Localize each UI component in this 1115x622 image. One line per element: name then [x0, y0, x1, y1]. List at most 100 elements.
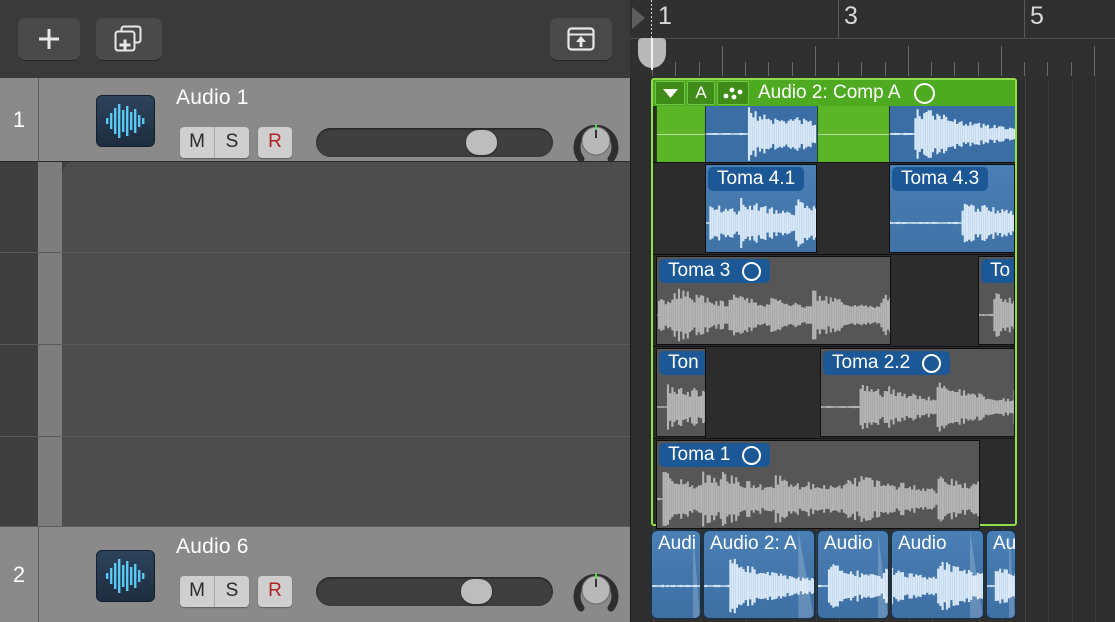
take-lane-take-1[interactable]: Toma 1	[653, 438, 1015, 530]
take-clip-name[interactable]: Toma 3	[659, 259, 770, 283]
audio-region[interactable]: Audi	[651, 530, 701, 619]
volume-slider[interactable]	[316, 577, 553, 606]
ruler-tick	[978, 62, 979, 76]
take-clip[interactable]: Toma 4.3	[889, 164, 1015, 253]
take-lane-take-3[interactable]: Toma 3 To	[653, 254, 1015, 346]
take-lane-take-2[interactable]: Ton Toma 2.2	[653, 346, 1015, 438]
take-clip[interactable]: Toma 1	[656, 440, 980, 529]
plus-icon	[36, 26, 62, 52]
bar-marker-line	[838, 0, 839, 38]
loop-circle-icon[interactable]	[742, 262, 761, 281]
volume-slider[interactable]	[316, 128, 553, 157]
track-header-1[interactable]: 1 Audio 1	[0, 78, 630, 162]
disclosure-triangle-down-icon[interactable]	[655, 81, 685, 105]
region-name-label[interactable]: Audio	[898, 533, 947, 555]
ruler-tick	[1024, 62, 1025, 76]
arrange-area[interactable]: A Audio 2: Comp A	[630, 78, 1115, 622]
take-clip-waveform	[979, 287, 1014, 343]
comp-segment-blue[interactable]	[889, 106, 1015, 162]
bar-marker-line	[1024, 0, 1025, 38]
ruler-tick	[699, 62, 700, 76]
take-clip[interactable]: Toma 2.2	[820, 348, 1015, 437]
solo-button[interactable]: S	[214, 127, 249, 158]
comp-segment-green[interactable]	[656, 106, 705, 162]
track-name-label[interactable]: Audio 6	[176, 535, 249, 559]
track-2-region-lane[interactable]: Audi Audio 2: A Audio Audio Au	[631, 527, 1115, 622]
add-track-button[interactable]	[18, 18, 80, 60]
audio-region[interactable]: Audio	[817, 530, 889, 619]
ruler-tick	[1094, 46, 1095, 76]
comp-segment-green[interactable]	[817, 106, 889, 162]
take-clip[interactable]: Toma 3	[656, 256, 891, 345]
mute-button[interactable]: M	[180, 576, 214, 607]
region-waveform	[818, 557, 888, 615]
volume-slider-knob[interactable]	[466, 130, 497, 155]
audio-waveform-icon[interactable]	[96, 95, 155, 147]
comp-segment-divider[interactable]	[889, 106, 890, 162]
loop-circle-icon[interactable]	[922, 354, 941, 373]
region-waveform	[704, 557, 814, 615]
take-clip[interactable]: To	[978, 256, 1015, 345]
mute-button[interactable]: M	[180, 127, 214, 158]
mute-solo-group: M S	[180, 127, 249, 158]
duplicate-track-button[interactable]	[96, 18, 162, 60]
comp-region-title: Audio 2: Comp A	[758, 82, 901, 104]
logic-pro-arrange-window: 1 Audio 1	[0, 0, 1115, 622]
comp-region-header[interactable]: A Audio 2: Comp A	[653, 80, 1015, 106]
cycle-arrow-icon[interactable]	[632, 7, 645, 29]
audio-region[interactable]: Audio 2: A	[703, 530, 815, 619]
audio-region[interactable]: Au	[986, 530, 1016, 619]
region-name-label[interactable]: Audi	[658, 533, 696, 555]
comp-segment-blue[interactable]	[705, 106, 817, 162]
region-name-label[interactable]: Audio	[824, 533, 873, 555]
ruler-tick	[722, 46, 723, 76]
bar-number-label: 1	[658, 2, 672, 31]
takes-dots-glyph	[721, 85, 745, 101]
take-clip-name[interactable]: Ton	[659, 351, 706, 375]
comp-letter-button[interactable]: A	[687, 81, 715, 105]
take-clip[interactable]: Toma 4.1	[705, 164, 817, 253]
waveform-glyph	[97, 96, 154, 146]
ruler-tick	[954, 62, 955, 76]
region-name-label[interactable]: Audio 2: A	[710, 533, 797, 555]
take-clip-waveform	[706, 195, 816, 251]
track-number: 2	[0, 527, 39, 622]
take-clip-name[interactable]: Toma 2.2	[823, 351, 950, 375]
track-number: 1	[0, 78, 39, 161]
take-clip[interactable]: Ton	[656, 348, 706, 437]
record-enable-button[interactable]: R	[258, 127, 292, 158]
pan-knob[interactable]	[572, 567, 620, 615]
ruler-tick	[908, 46, 909, 76]
export-button[interactable]	[550, 18, 612, 60]
track-header-2[interactable]: 2 Audio 6	[0, 527, 630, 622]
ruler-tick	[838, 62, 839, 76]
region-name-label[interactable]: Au	[993, 533, 1016, 555]
pan-knob[interactable]	[572, 118, 620, 166]
take-lane-take-4[interactable]: Toma 4.1 Toma 4.3	[653, 162, 1015, 254]
take-clip-name[interactable]: Toma 4.1	[708, 167, 804, 191]
take-clip-name[interactable]: Toma 1	[659, 443, 770, 467]
comp-segment-divider[interactable]	[705, 106, 706, 162]
audio-region[interactable]: Audio	[891, 530, 984, 619]
audio-waveform-icon[interactable]	[96, 550, 155, 602]
waveform-display	[705, 106, 817, 162]
loop-circle-icon[interactable]	[742, 446, 761, 465]
solo-button[interactable]: S	[214, 576, 249, 607]
waveform-display	[657, 379, 706, 435]
take-clip-name[interactable]: To	[981, 259, 1015, 283]
take-lane-divider	[0, 436, 630, 437]
track-headers-pane: 1 Audio 1	[0, 78, 630, 622]
comp-segment-divider[interactable]	[817, 106, 818, 162]
take-clip-name[interactable]: Toma 4.3	[892, 167, 988, 191]
track-name-label[interactable]: Audio 1	[176, 86, 249, 110]
loop-circle-icon[interactable]	[914, 83, 935, 104]
comp-segment-divider[interactable]	[656, 106, 657, 162]
volume-slider-knob[interactable]	[461, 579, 492, 604]
take-folder-region[interactable]: A Audio 2: Comp A	[651, 78, 1017, 526]
take-clip-waveform	[821, 379, 1014, 435]
bar-ruler[interactable]: 135	[630, 0, 1115, 79]
ruler-tick	[792, 62, 793, 76]
take-folder-dots-icon[interactable]	[717, 81, 749, 105]
playhead-line	[651, 38, 653, 70]
record-enable-button[interactable]: R	[258, 576, 292, 607]
